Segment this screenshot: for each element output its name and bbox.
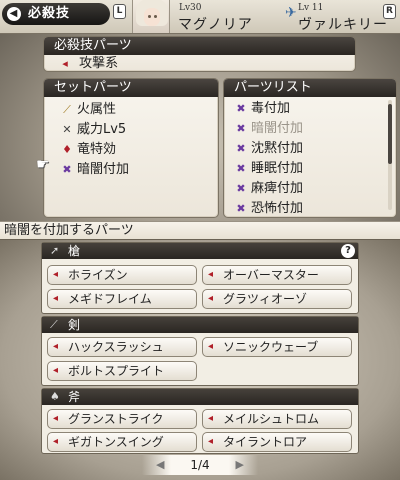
parts-list-panel: パーツリスト ✖ 毒付加 ✖ 暗闇付加 ✖ 沈黙付加 ✖ 睡眠付加 ✖ 麻痺付加 ✖ 恐怖付… [223,78,397,218]
sword-icon: ⟋ [63,103,71,116]
category-header: ♠ 斧 [42,389,358,405]
skill-icon: ◂ [53,293,59,304]
character-level: Lv30 [179,3,202,13]
next-page-icon[interactable]: ▶ [236,455,244,475]
l-button-icon[interactable]: L [113,4,126,19]
category-header: ⟋ 剣 [42,317,358,333]
skill-button[interactable]: ◂ ホライズン [47,265,197,285]
set-parts-title: セットパーツ [44,79,218,97]
skill-icon: ◂ [53,436,59,447]
parts-list-title: パーツリスト [224,79,396,97]
skill-icon: ◂ [208,413,214,424]
sword-icon: ⟋ [50,318,58,331]
parts-list-item[interactable]: ✖ 沈黙付加 [234,139,396,159]
mode-title: ◀ 必殺技 [2,3,110,25]
portrait-face [144,8,160,26]
category-header: ➚ 槍 ? [42,243,358,259]
special-parts-item[interactable]: ◂ 攻撃系 [44,55,355,72]
scrollbar-thumb[interactable] [388,104,392,164]
parts-list-scrollbar[interactable] [388,100,392,210]
status-icon: ✖ [236,102,246,115]
skill-icon: ◂ [208,341,214,352]
skill-button[interactable]: ◂ オーバーマスター [202,265,352,285]
axe-icon: ♠ [50,390,60,403]
status-icon: ✖ [236,122,246,135]
skill-icon: ◂ [53,269,59,280]
skill-icon: ◂ [208,293,214,304]
game-screen: ◀ 必殺技 L Lv30 マグノリア ✈ Lv 11 ヴァルキリー R 必殺技パ… [0,0,400,480]
prev-page-icon[interactable]: ◀ [156,455,164,475]
category-spear: ➚ 槍 ? ◂ ホライズン ◂ オーバーマスター ◂ メギドフレイム ◂ グラツィオーゾ [41,242,359,314]
set-part-item[interactable]: ⟋ 火属性 [60,100,218,120]
portrait-eye [154,15,157,18]
help-button[interactable]: ? [341,244,355,258]
skill-button[interactable]: ◂ ソニックウェーブ [202,337,352,357]
status-icon: ✖ [236,162,246,175]
skill-button[interactable]: ◂ ギガトンスイング [47,432,197,452]
set-part-item[interactable]: ♦ 竜特効 [60,140,218,160]
r-button-icon[interactable]: R [383,4,396,19]
status-icon: ✖ [236,202,246,215]
status-icon: ✖ [62,163,72,176]
job-name: ヴァルキリー [298,17,388,33]
job-level: Lv 11 [298,3,324,13]
parts-list-item[interactable]: ✖ 睡眠付加 [234,159,396,179]
page-indicator: ◀ 1/4 ▶ [142,455,258,475]
status-header: ◀ 必殺技 L Lv30 マグノリア ✈ Lv 11 ヴァルキリー R [0,0,400,34]
character-name: マグノリア [178,17,253,33]
dragon-icon: ♦ [62,143,72,156]
skill-button[interactable]: ◂ ハックスラッシュ [47,337,197,357]
skill-icon: ◂ [53,341,59,352]
parts-list-item[interactable]: ✖ 恐怖付加 [234,199,396,219]
top-screen: ◀ 必殺技 L Lv30 マグノリア ✈ Lv 11 ヴァルキリー R 必殺技パ… [0,0,400,240]
skill-button[interactable]: ◂ グランストライク [47,409,197,429]
skill-button[interactable]: ◂ ボルトスプライト [47,361,197,381]
set-part-item[interactable]: ✕ 威力Lv5 [60,120,218,140]
character-portrait [132,0,170,33]
skill-icon: ◂ [208,269,214,280]
parts-list-item[interactable]: ✖ 麻痺付加 [234,179,396,199]
status-icon: ✖ [236,142,246,155]
skill-icon: ◂ [53,365,59,376]
skill-button[interactable]: ◂ グラツィオーゾ [202,289,352,309]
category-axe: ♠ 斧 ◂ グランストライク ◂ メイルシュトロム ◂ ギガトンスイング ◂ タイラント… [41,388,359,454]
skill-button[interactable]: ◂ メイルシュトロム [202,409,352,429]
portrait-eye [148,15,151,18]
skill-icon: ◂ [208,436,214,447]
status-icon: ✖ [236,182,246,195]
parts-list-item[interactable]: ✖ 暗闇付加 [234,119,396,139]
special-parts-title: 必殺技パーツ [44,37,355,55]
bottom-screen: ➚ 槍 ? ◂ ホライズン ◂ オーバーマスター ◂ メギドフレイム ◂ グラツィオーゾ… [0,240,400,480]
pointer-hand-icon: ☛ [36,155,50,173]
crossed-swords-icon: ✕ [62,123,72,136]
spear-icon: ➚ [50,244,60,257]
back-icon[interactable]: ◀ [7,7,21,21]
attack-category-icon: ◂ [62,57,68,70]
set-parts-panel: セットパーツ ⟋ 火属性 ✕ 威力Lv5 ♦ 竜特効 ✖ 暗闇付加 [43,78,219,218]
set-part-item[interactable]: ✖ 暗闇付加 [60,160,218,180]
category-sword: ⟋ 剣 ◂ ハックスラッシュ ◂ ソニックウェーブ ◂ ボルトスプライト [41,316,359,386]
job-wings-icon: ✈ [285,5,297,21]
special-parts-panel: 必殺技パーツ ◂ 攻撃系 [43,36,356,72]
help-text: 暗闇を付加するパーツ [0,221,400,240]
skill-button[interactable]: ◂ タイラントロア [202,432,352,452]
skill-icon: ◂ [53,413,59,424]
parts-list-item[interactable]: ✖ 毒付加 [234,99,396,119]
skill-button[interactable]: ◂ メギドフレイム [47,289,197,309]
